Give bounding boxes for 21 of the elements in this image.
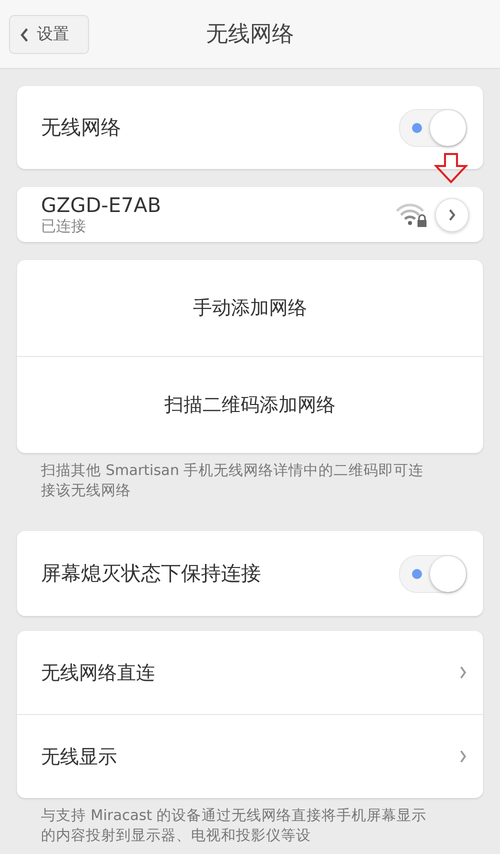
keep-connected-label: 屏幕熄灭状态下保持连接 — [41, 560, 262, 587]
add-network-item[interactable]: 手动添加网络 — [17, 260, 483, 356]
back-button[interactable]: 设置 — [9, 15, 89, 54]
back-label: 设置 — [37, 24, 69, 45]
chevron-right-icon — [459, 750, 467, 763]
page-title: 无线网络 — [206, 21, 294, 49]
network-status: 已连接 — [41, 217, 87, 236]
chevron-right-icon — [459, 666, 467, 679]
down-arrow-icon — [433, 152, 469, 184]
add-network-item[interactable]: 扫描二维码添加网络 — [17, 356, 483, 453]
settings-item[interactable]: 无线显示 — [17, 714, 483, 798]
chevron-right-icon — [448, 208, 456, 220]
qr-hint-text: 扫描其他 Smartisan 手机无线网络详情中的二维码即可连接该无线网络 — [41, 462, 425, 501]
wifi-label: 无线网络 — [41, 114, 122, 141]
wifi-toggle[interactable] — [399, 108, 467, 146]
network-name: GZGD-E7AB — [41, 193, 162, 217]
back-icon — [20, 28, 29, 42]
keep-connected-toggle[interactable] — [399, 554, 467, 592]
miracast-hint-text: 与支持 Miracast 的设备通过无线网络直接将手机屏幕显示的内容投射到显示器、电视和投影仪等设 — [41, 806, 428, 846]
settings-item[interactable]: 无线网络直连 — [17, 631, 483, 714]
detail-button[interactable] — [435, 198, 469, 232]
